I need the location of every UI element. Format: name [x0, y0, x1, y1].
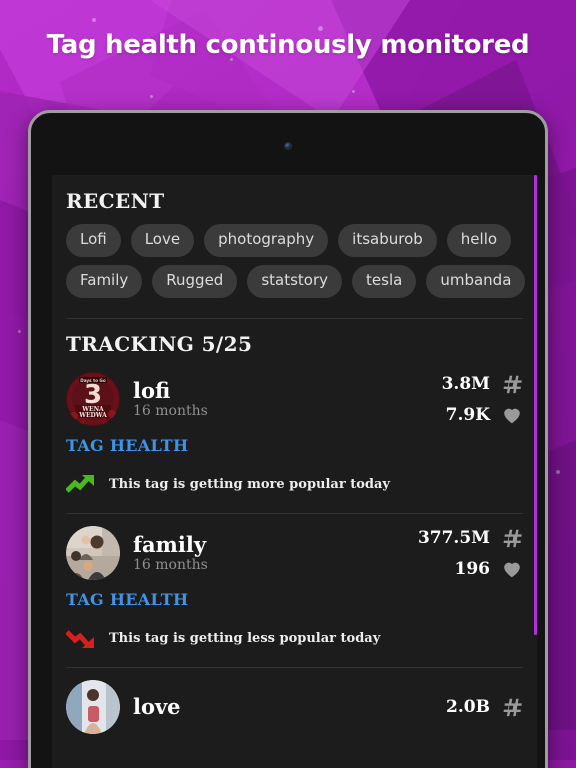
- hashtag-icon: [501, 373, 523, 395]
- tag-health-trend-row: This tag is getting more popular today: [66, 455, 523, 513]
- tag-health-label: TAG HEALTH: [66, 590, 189, 609]
- recent-section: RECENT Lofi Love photography itsaburob h…: [52, 175, 537, 318]
- like-count-value: 196: [454, 558, 491, 579]
- like-count-stat: 7.9K: [446, 404, 523, 426]
- hashtag-icon: [501, 527, 523, 549]
- svg-text:WEDWA: WEDWA: [78, 412, 107, 419]
- tag-item-main-row: Days to Go 3 WENA WEDWA lofi 16 months 3…: [66, 360, 523, 426]
- bg-sparkle: [18, 330, 21, 333]
- tag-chip[interactable]: tesla: [352, 265, 417, 298]
- post-count-value: 3.8M: [441, 373, 490, 394]
- tracking-section-header: TRACKING 5/25: [52, 319, 537, 360]
- tag-chip[interactable]: itsaburob: [338, 224, 437, 257]
- tag-name: love: [133, 693, 181, 719]
- recent-tag-chip-list: Lofi Love photography itsaburob hello Fa…: [66, 213, 526, 318]
- avatar: [66, 526, 120, 580]
- tag-name: lofi: [133, 377, 171, 403]
- app-screen: RECENT Lofi Love photography itsaburob h…: [52, 175, 537, 768]
- tag-health-trend-text: This tag is getting more popular today: [109, 476, 390, 492]
- tag-chip[interactable]: statstory: [247, 265, 343, 298]
- tag-chip[interactable]: Rugged: [152, 265, 238, 298]
- tag-chip[interactable]: photography: [204, 224, 329, 257]
- tag-health-trend-row: This tag is getting less popular today: [66, 609, 523, 667]
- front-camera-icon: [284, 142, 292, 150]
- tracked-tag-item[interactable]: Days to Go 3 WENA WEDWA lofi 16 months 3…: [52, 360, 537, 513]
- tag-age: 16 months: [133, 403, 208, 420]
- tag-chip[interactable]: Love: [130, 224, 195, 257]
- tag-name: family: [133, 531, 207, 557]
- post-count-stat: 3.8M: [442, 373, 523, 395]
- tag-name-block: lofi 16 months: [133, 379, 442, 420]
- tag-chip[interactable]: Lofi: [66, 224, 121, 257]
- tracking-section-title: TRACKING 5/25: [66, 332, 253, 356]
- tag-name-block: love: [133, 695, 446, 720]
- scrollbar-track[interactable]: [534, 175, 537, 768]
- bg-sparkle: [92, 18, 96, 22]
- tag-chip[interactable]: hello: [446, 224, 512, 257]
- avatar: [66, 680, 120, 734]
- bg-sparkle: [556, 470, 560, 474]
- trend-up-icon: [66, 473, 96, 495]
- chip-row: Family Rugged statstory tesla umbanda: [66, 265, 526, 298]
- hashtag-icon: [501, 696, 523, 718]
- days-to-go-badge-avatar-icon: Days to Go 3 WENA WEDWA: [66, 372, 120, 426]
- recent-section-title: RECENT: [66, 189, 165, 213]
- bg-sparkle: [352, 90, 355, 93]
- heart-icon: [501, 404, 523, 426]
- tag-chip[interactable]: Family: [66, 265, 143, 298]
- tag-item-main-row: love 2.0B: [66, 668, 523, 734]
- tag-health-trend-text: This tag is getting less popular today: [109, 630, 381, 646]
- tag-name-block: family 16 months: [133, 533, 418, 574]
- tracked-tag-item[interactable]: family 16 months 377.5M 196 TAG HEALTH T…: [52, 514, 537, 667]
- tag-health-label: TAG HEALTH: [66, 436, 189, 455]
- promo-headline: Tag health continously monitored: [46, 30, 530, 60]
- tag-age: 16 months: [133, 557, 208, 574]
- love-photo-avatar-icon: [66, 680, 120, 734]
- post-count-value: 377.5M: [417, 527, 490, 548]
- trend-down-icon: [66, 627, 96, 649]
- tag-stats: 377.5M 196: [418, 527, 523, 580]
- tag-item-main-row: family 16 months 377.5M 196: [66, 514, 523, 580]
- post-count-value: 2.0B: [446, 697, 490, 717]
- scrollbar-thumb[interactable]: [534, 175, 537, 635]
- tracked-tag-item[interactable]: love 2.0B: [52, 668, 537, 734]
- tag-chip[interactable]: umbanda: [426, 265, 526, 298]
- post-count-stat: 2.0B: [446, 696, 523, 718]
- bg-sparkle: [150, 95, 153, 98]
- heart-icon: [501, 558, 523, 580]
- like-count-stat: 196: [455, 558, 524, 580]
- like-count-value: 7.9K: [445, 404, 490, 425]
- tag-stats: 3.8M 7.9K: [442, 373, 523, 426]
- avatar: Days to Go 3 WENA WEDWA: [66, 372, 120, 426]
- tag-stats: 2.0B: [446, 696, 523, 718]
- post-count-stat: 377.5M: [418, 527, 523, 549]
- tablet-device-frame: RECENT Lofi Love photography itsaburob h…: [28, 110, 548, 768]
- chip-row: Lofi Love photography itsaburob hello: [66, 224, 523, 257]
- family-photo-avatar-icon: [66, 526, 120, 580]
